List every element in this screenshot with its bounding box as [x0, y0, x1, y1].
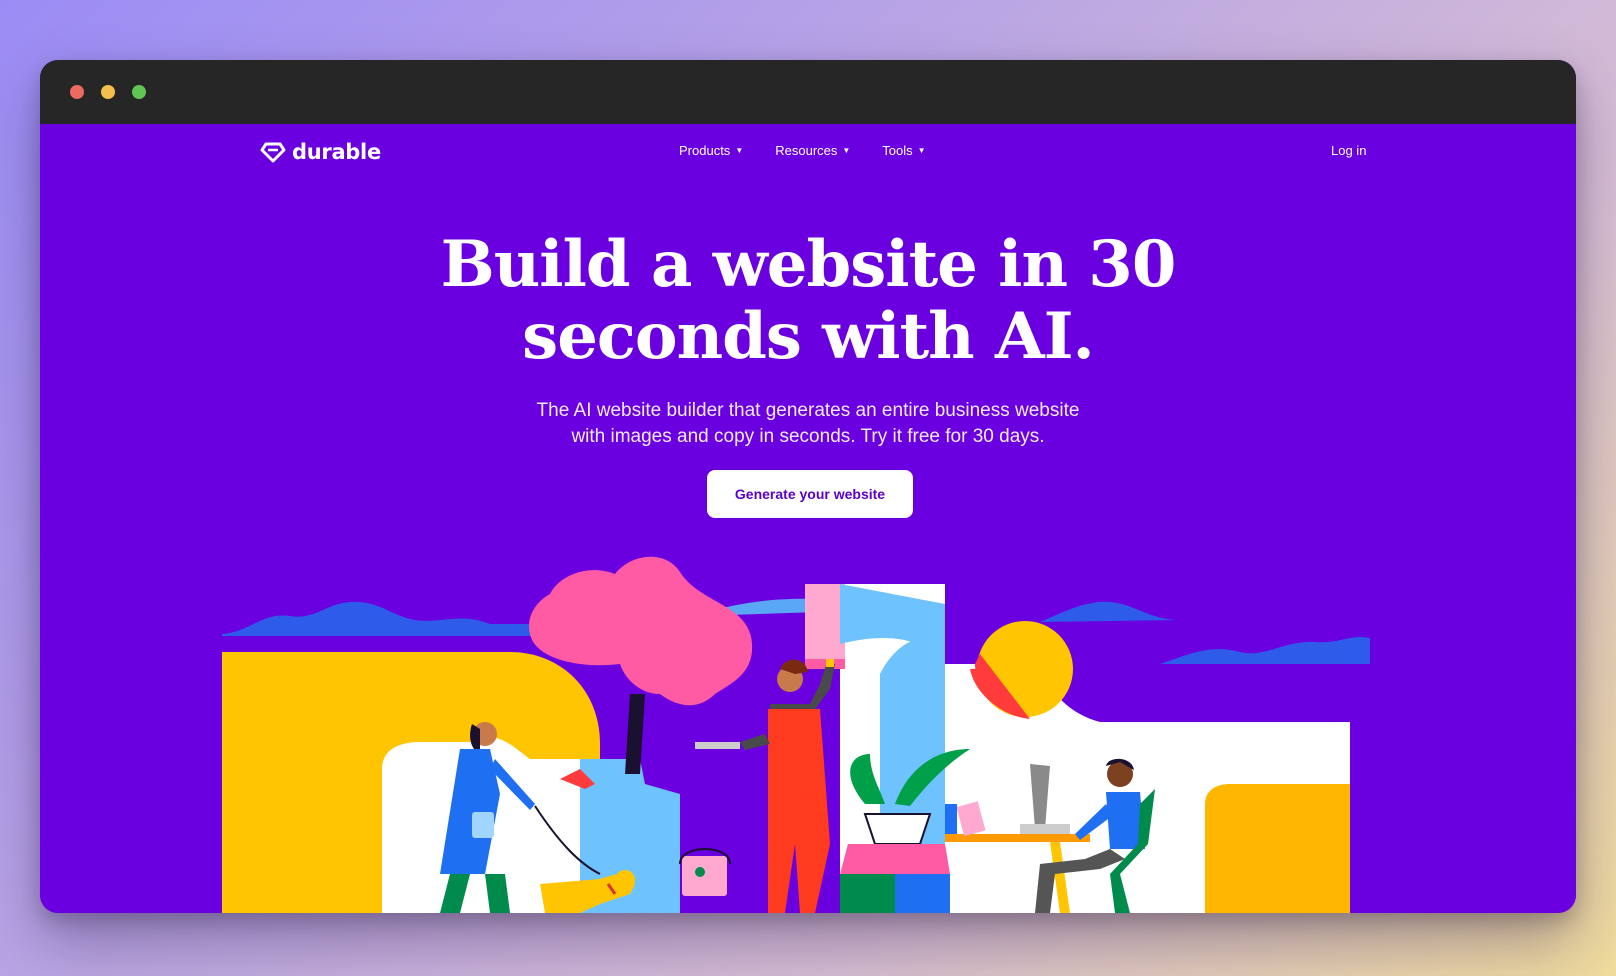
login-link[interactable]: Log in: [1331, 143, 1366, 158]
caret-down-icon: ▼: [917, 146, 926, 155]
hero-title-line: Build a website in 30: [440, 227, 1177, 302]
nav-item-label: Products: [679, 143, 731, 158]
hero-title-line: seconds with AI.: [522, 299, 1095, 374]
browser-window: durable Products ▼ Resources ▼ Tools ▼ L…: [40, 60, 1576, 913]
brand-name: durable: [292, 140, 381, 164]
top-nav: Products ▼ Resources ▼ Tools ▼: [679, 143, 926, 158]
caret-down-icon: ▼: [735, 146, 744, 155]
nav-item-tools[interactable]: Tools ▼: [882, 143, 925, 158]
close-window-button[interactable]: [70, 85, 84, 99]
nav-item-resources[interactable]: Resources ▼: [775, 143, 850, 158]
caret-down-icon: ▼: [842, 146, 851, 155]
hero-title: Build a website in 30 seconds with AI.: [40, 229, 1576, 373]
generate-website-button[interactable]: Generate your website: [707, 470, 913, 518]
maximize-window-button[interactable]: [132, 85, 146, 99]
nav-item-label: Resources: [775, 143, 838, 158]
hero-subtitle-line: The AI website builder that generates an…: [536, 400, 1080, 421]
hero-subtitle: The AI website builder that generates an…: [40, 398, 1576, 450]
diamond-logo-icon: [260, 142, 286, 163]
hero-subtitle-line: with images and copy in seconds. Try it …: [571, 426, 1045, 447]
landing-page: durable Products ▼ Resources ▼ Tools ▼ L…: [40, 124, 1576, 913]
brand-logo[interactable]: durable: [260, 140, 381, 164]
hero-illustration: [222, 556, 1370, 913]
window-titlebar: [40, 60, 1576, 124]
nav-item-label: Tools: [882, 143, 913, 158]
nav-item-products[interactable]: Products ▼: [679, 143, 743, 158]
minimize-window-button[interactable]: [101, 85, 115, 99]
